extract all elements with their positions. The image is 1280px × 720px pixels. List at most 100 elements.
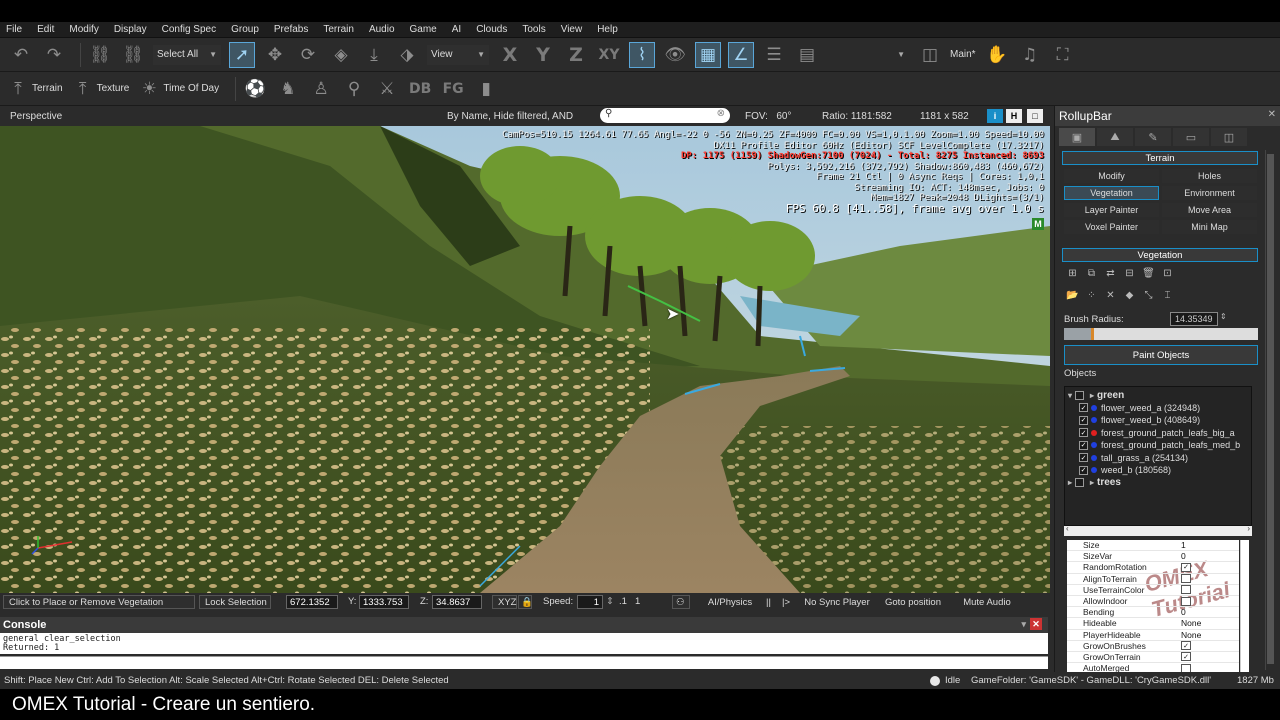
vegetation-tool-icon[interactable]: ▮: [473, 76, 499, 102]
tree-group-green[interactable]: ▾ ▸ green: [1065, 389, 1251, 402]
paint-icon[interactable]: ◆: [1123, 289, 1136, 302]
property-value[interactable]: 0: [1177, 551, 1239, 561]
axis-y-icon[interactable]: Y: [530, 42, 556, 68]
texture-tool-label[interactable]: Texture: [97, 83, 130, 94]
lock-selection-button[interactable]: Lock Selection: [199, 595, 271, 609]
property-value[interactable]: [1177, 663, 1239, 672]
item-checkbox[interactable]: ✓: [1079, 415, 1088, 425]
scroll-left-icon[interactable]: ‹: [1066, 524, 1069, 533]
fullscreen-icon[interactable]: ⛶: [1050, 42, 1076, 68]
angle-snap-icon[interactable]: ∠: [728, 41, 754, 68]
clear-icon[interactable]: ✕: [1104, 289, 1117, 302]
property-row[interactable]: RandomRotation ✓: [1067, 562, 1239, 574]
property-value[interactable]: [1177, 596, 1239, 606]
property-value[interactable]: None: [1177, 618, 1239, 628]
close-icon[interactable]: ✕: [1268, 109, 1276, 120]
voxel-painter-button[interactable]: Voxel Painter: [1064, 220, 1159, 234]
audio-icon[interactable]: ♫: [1017, 42, 1043, 68]
tree-item[interactable]: ✓ forest_ground_patch_leafs_big_a: [1065, 427, 1251, 440]
vegetation-section-header[interactable]: Vegetation: [1062, 248, 1258, 262]
layer-list-icon[interactable]: ▤: [794, 42, 820, 68]
property-row[interactable]: Size 1: [1067, 540, 1239, 552]
open-folder-icon[interactable]: 📂: [1066, 289, 1079, 302]
xyz-lock-button[interactable]: XYZ: [492, 595, 517, 609]
property-value[interactable]: 0: [1177, 607, 1239, 617]
speed-spin-icon[interactable]: ⇕: [606, 596, 614, 607]
property-row[interactable]: Bending 0: [1067, 607, 1239, 619]
database-icon[interactable]: DB: [407, 76, 433, 102]
brush-radius-spin-icon[interactable]: ⇕: [1220, 312, 1227, 321]
viewport-mode-label[interactable]: Perspective: [10, 111, 62, 122]
close-icon[interactable]: ✕: [1030, 618, 1042, 630]
speed-preset-01[interactable]: .1: [619, 596, 627, 607]
redo-icon[interactable]: ↷: [41, 42, 67, 68]
expand-icon[interactable]: ▾: [1065, 391, 1075, 400]
delete-object-icon[interactable]: 🗑: [1142, 267, 1155, 280]
goto-position-button[interactable]: Goto position: [879, 595, 947, 609]
console-input[interactable]: [0, 656, 1048, 669]
menu-terrain[interactable]: Terrain: [323, 24, 354, 35]
terrain-tool-label[interactable]: Terrain: [32, 83, 63, 94]
merge-object-icon[interactable]: ⊡: [1161, 267, 1174, 280]
mannequin-icon[interactable]: ♞: [275, 76, 301, 102]
menu-group[interactable]: Group: [231, 24, 259, 35]
flowgraph-icon[interactable]: FG: [440, 76, 466, 102]
axis-xy-icon[interactable]: XY: [596, 42, 622, 68]
move-tool-icon[interactable]: ✥: [262, 42, 288, 68]
maximize-viewport-button[interactable]: □: [1027, 109, 1043, 123]
pin-icon[interactable]: ▾: [1021, 619, 1026, 630]
clear-search-icon[interactable]: ⊗: [717, 108, 725, 119]
menu-prefabs[interactable]: Prefabs: [274, 24, 308, 35]
axis-z-icon[interactable]: Z: [563, 42, 589, 68]
lock-icon[interactable]: 🔒: [518, 595, 533, 609]
object-tree-hscroll[interactable]: ‹ ›: [1064, 524, 1252, 536]
menu-clouds[interactable]: Clouds: [476, 24, 507, 35]
brush-radius-field[interactable]: 14.35349: [1170, 312, 1218, 326]
animation-icon[interactable]: ⚔: [374, 76, 400, 102]
character-icon[interactable]: ♙: [308, 76, 334, 102]
property-row[interactable]: UseTerrainColor: [1067, 585, 1239, 596]
reference-frame-dropdown[interactable]: View ▼: [427, 44, 489, 65]
link-icon[interactable]: ⛓: [87, 42, 113, 68]
select-tool-icon[interactable]: ➚: [229, 41, 255, 68]
game-mode-icon[interactable]: ⚇: [672, 595, 690, 609]
sun-icon[interactable]: ☀: [139, 76, 159, 102]
expand-icon[interactable]: ▸: [1065, 478, 1075, 487]
menu-game[interactable]: Game: [410, 24, 437, 35]
ai-physics-button[interactable]: AI/Physics: [700, 595, 760, 609]
property-row[interactable]: Hideable None: [1067, 618, 1239, 630]
pause-button[interactable]: ||: [764, 595, 778, 609]
menu-tools[interactable]: Tools: [522, 24, 545, 35]
time-of-day-label[interactable]: Time Of Day: [163, 83, 219, 94]
clone-object-icon[interactable]: ⧉: [1085, 267, 1098, 280]
tree-item[interactable]: ✓ flower_weed_b (408649): [1065, 414, 1251, 427]
terrain-section-header[interactable]: Terrain: [1062, 151, 1258, 165]
menu-file[interactable]: File: [6, 24, 22, 35]
texture-icon[interactable]: ⤒: [73, 76, 93, 102]
resolution-readout[interactable]: 1181 x 582: [920, 111, 969, 122]
mini-map-button[interactable]: Mini Map: [1162, 220, 1257, 234]
tree-item[interactable]: ✓ flower_weed_a (324948): [1065, 402, 1251, 415]
speed-preset-1[interactable]: 1: [635, 596, 640, 607]
layers-icon[interactable]: ◫: [917, 42, 943, 68]
property-row[interactable]: AllowIndoor: [1067, 596, 1239, 608]
property-value[interactable]: None: [1177, 630, 1239, 640]
property-row[interactable]: PlayerHideable None: [1067, 630, 1239, 641]
remove-object-icon[interactable]: ⊟: [1123, 267, 1136, 280]
scroll-right-icon[interactable]: ›: [1247, 524, 1250, 533]
y-coord-field[interactable]: 1333.753: [359, 595, 409, 609]
property-checkbox[interactable]: [1181, 574, 1191, 584]
vegetation-object-tree[interactable]: ▾ ▸ green ✓ flower_weed_a (324948) ✓ flower_we…: [1064, 386, 1252, 526]
property-value[interactable]: ✓: [1177, 641, 1239, 651]
property-row[interactable]: GrowOnTerrain ✓: [1067, 652, 1239, 664]
vegetation-button[interactable]: Vegetation: [1064, 186, 1159, 200]
tree-item[interactable]: ✓ forest_ground_patch_leafs_med_b: [1065, 439, 1251, 452]
fov-readout[interactable]: FOV: 60°: [745, 111, 791, 122]
ratio-readout[interactable]: Ratio: 1181:582: [822, 111, 892, 122]
viewport-search-input[interactable]: ⚲ ⊗: [600, 108, 730, 123]
group-checkbox[interactable]: [1075, 390, 1084, 400]
property-value[interactable]: ✓: [1177, 562, 1239, 572]
perspective-viewport[interactable]: CamPos=510.15 1264.61 77.65 Angl=-22 0 -…: [0, 126, 1050, 593]
character-edit-icon[interactable]: ⚲: [341, 76, 367, 102]
step-button[interactable]: |>: [780, 595, 795, 609]
